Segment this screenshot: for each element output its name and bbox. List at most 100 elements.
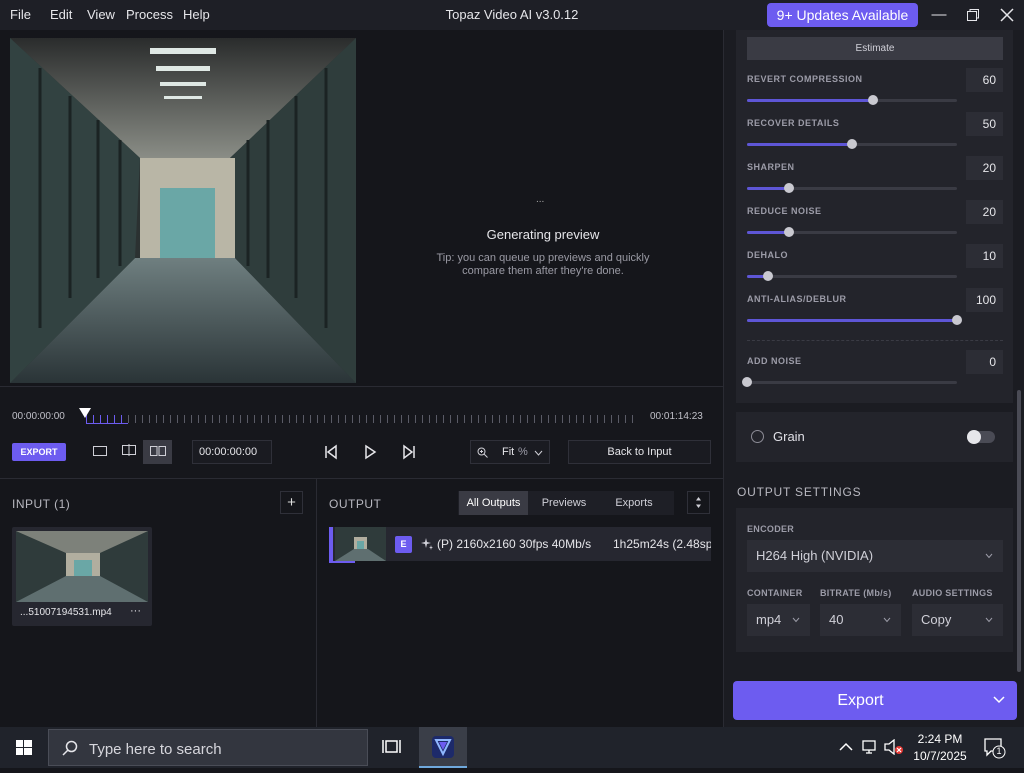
slider-track[interactable]: [747, 315, 962, 325]
container-select[interactable]: mp4: [747, 604, 810, 636]
sort-icon[interactable]: [687, 491, 710, 514]
more-options-icon[interactable]: ···: [130, 605, 141, 617]
slider-value-input[interactable]: 20: [966, 156, 1003, 180]
slider-label: REVERT COMPRESSION: [747, 74, 863, 84]
encoder-select[interactable]: H264 High (NVIDIA): [747, 540, 1003, 572]
chevron-up-icon[interactable]: [838, 741, 854, 753]
slider-thumb[interactable]: [784, 227, 794, 237]
single-view-icon[interactable]: [85, 440, 114, 464]
slider-thumb[interactable]: [952, 315, 962, 325]
audio-select[interactable]: Copy: [912, 604, 1003, 636]
slider-value-input[interactable]: 60: [966, 68, 1003, 92]
export-badge: E: [395, 536, 412, 553]
slider-label: SHARPEN: [747, 162, 795, 172]
chevron-down-icon: [985, 617, 993, 623]
title-bar: File Edit View Process Help Topaz Video …: [0, 0, 1024, 30]
export-button[interactable]: Export: [733, 681, 1017, 720]
slider-value-input[interactable]: 100: [966, 288, 1003, 312]
timeline-scrubber[interactable]: [86, 415, 636, 423]
menu-edit[interactable]: Edit: [50, 7, 72, 22]
slider-thumb[interactable]: [784, 183, 794, 193]
menu-file[interactable]: File: [10, 7, 31, 22]
estimate-button[interactable]: Estimate: [747, 37, 1003, 60]
add-input-button[interactable]: +: [280, 491, 303, 514]
slider-thumb[interactable]: [868, 95, 878, 105]
slider-fill: [747, 99, 873, 102]
zoom-select[interactable]: Fit %: [470, 440, 550, 464]
slider-track[interactable]: [747, 183, 957, 193]
tab-exports[interactable]: Exports: [600, 491, 668, 515]
clock-time[interactable]: 2:24 PM: [905, 732, 975, 746]
split-view-icon[interactable]: [114, 440, 143, 464]
slider-value-input[interactable]: 20: [966, 200, 1003, 224]
container-label: CONTAINER: [747, 588, 803, 598]
slider-value-input[interactable]: 0: [966, 350, 1003, 374]
slider-value-input[interactable]: 10: [966, 244, 1003, 268]
slider-thumb[interactable]: [742, 377, 752, 387]
grain-radio[interactable]: [751, 430, 764, 443]
input-file-card[interactable]: ...51007194531.mp4 ···: [12, 527, 152, 626]
sidebar-scrollbar[interactable]: [1017, 390, 1021, 672]
settings-sidebar: Estimate REVERT COMPRESSION 60 RECOVER DET…: [723, 30, 1024, 727]
slider-track[interactable]: [747, 95, 957, 105]
output-panel-title: OUTPUT: [329, 497, 382, 511]
windows-start-icon[interactable]: [0, 727, 48, 768]
preview-tip: Tip: you can queue up previews and quick…: [436, 252, 650, 277]
preview-area: ... Generating preview Tip: you can queu…: [0, 30, 723, 386]
slider-thumb[interactable]: [763, 271, 773, 281]
playhead-icon[interactable]: [79, 408, 91, 418]
output-panel: OUTPUT All Outputs Previews Exports E (P…: [317, 478, 723, 727]
slider-label: RECOVER DETAILS: [747, 118, 840, 128]
bitrate-label: BITRATE (Mb/s): [820, 588, 892, 598]
play-icon[interactable]: [359, 442, 381, 462]
slider-track[interactable]: [747, 227, 957, 237]
zoom-value: Fit: [502, 446, 515, 458]
notification-icon[interactable]: 1: [983, 737, 1007, 759]
chevron-down-icon: [792, 617, 800, 623]
chevron-down-icon[interactable]: [993, 695, 1005, 705]
network-icon[interactable]: [862, 739, 880, 755]
close-icon[interactable]: [990, 0, 1024, 30]
next-frame-icon[interactable]: [398, 442, 420, 462]
slider-value-input[interactable]: 50: [966, 112, 1003, 136]
slider-track[interactable]: [742, 377, 957, 387]
enhancement-settings-card: Estimate REVERT COMPRESSION 60 RECOVER DET…: [736, 30, 1013, 403]
bitrate-select[interactable]: 40: [820, 604, 901, 636]
export-preview-button[interactable]: EXPORT: [12, 443, 66, 461]
taskbar-search-box[interactable]: Type here to search: [48, 729, 368, 766]
tab-all-outputs[interactable]: All Outputs: [459, 491, 528, 515]
side-by-side-view-icon[interactable]: [143, 440, 172, 464]
output-settings-card: ENCODER H264 High (NVIDIA) CONTAINER mp4…: [736, 508, 1013, 652]
settings-divider: [747, 340, 1003, 341]
slider-label: ANTI-ALIAS/DEBLUR: [747, 294, 847, 304]
previous-frame-icon[interactable]: [320, 442, 342, 462]
output-thumbnail: [335, 527, 386, 561]
slider-fill: [747, 319, 957, 322]
container-value: mp4: [756, 612, 782, 627]
updates-button[interactable]: 9+ Updates Available: [767, 3, 918, 27]
timeline-end-time: 00:01:14:23: [650, 411, 703, 422]
notification-count: 1: [996, 746, 1002, 756]
clock-date[interactable]: 10/7/2025: [905, 749, 975, 763]
menu-process[interactable]: Process: [126, 7, 173, 22]
slider-track[interactable]: [747, 139, 957, 149]
restore-icon[interactable]: [956, 0, 990, 30]
search-placeholder: Type here to search: [89, 741, 222, 758]
slider-label: REDUCE NOISE: [747, 206, 822, 216]
output-row[interactable]: E (P) 2160x2160 30fps 40Mb/s 1h25m24s (2…: [329, 527, 711, 561]
volume-muted-icon[interactable]: [884, 739, 904, 755]
back-to-input-button[interactable]: Back to Input: [568, 440, 711, 464]
task-view-icon[interactable]: [373, 727, 413, 768]
chevron-down-icon: [534, 450, 543, 456]
slider-thumb[interactable]: [847, 139, 857, 149]
toggle-knob: [967, 430, 981, 444]
slider-track[interactable]: [747, 271, 957, 281]
topaz-app-taskbar-icon[interactable]: [419, 727, 467, 768]
timeline-bar: 00:00:00:00 00:01:14:23 EXPORT 00:00:00:…: [0, 386, 723, 478]
menu-view[interactable]: View: [87, 7, 115, 22]
grain-toggle[interactable]: [967, 430, 995, 444]
minimize-icon[interactable]: —: [922, 0, 956, 30]
timecode-input[interactable]: 00:00:00:00: [192, 440, 272, 464]
tab-previews[interactable]: Previews: [530, 491, 598, 515]
menu-help[interactable]: Help: [183, 7, 210, 22]
